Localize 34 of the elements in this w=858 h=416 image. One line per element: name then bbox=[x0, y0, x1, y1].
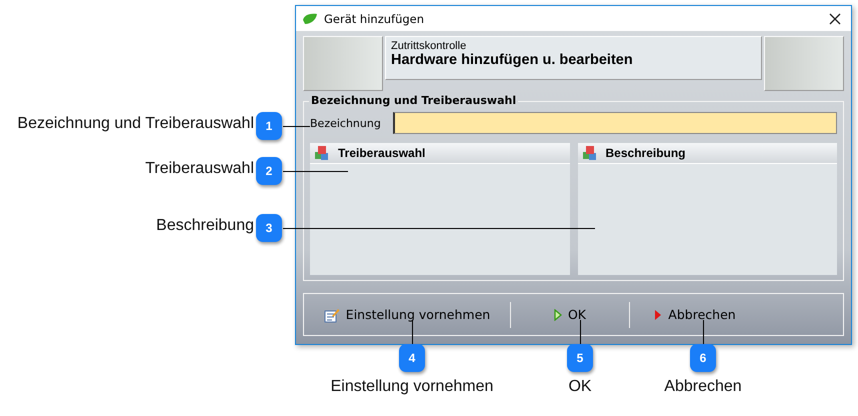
play-icon bbox=[654, 308, 662, 320]
dialog-button[interactable]: Abbrechen bbox=[630, 303, 760, 326]
panel-title: Beschreibung bbox=[606, 146, 686, 160]
blocks-icon bbox=[314, 145, 330, 161]
callout-label: Einstellung vornehmen bbox=[330, 378, 494, 396]
play-icon bbox=[554, 308, 562, 320]
leader-line bbox=[412, 320, 413, 345]
close-icon[interactable] bbox=[829, 12, 841, 24]
callout-label: Beschreibung bbox=[156, 217, 254, 235]
window-title: Gerät hinzufügen bbox=[324, 12, 426, 26]
callout-label: Abbrechen bbox=[663, 378, 743, 396]
header-title: Hardware hinzufügen u. bearbeiten bbox=[391, 52, 634, 68]
callout-badge: 1 bbox=[256, 112, 282, 140]
leaf-icon bbox=[302, 12, 318, 24]
leader-line bbox=[703, 320, 704, 345]
callout-label: Treiberauswahl bbox=[145, 160, 254, 178]
callout-badge: 2 bbox=[256, 157, 282, 185]
field-label: Bezeichnung bbox=[310, 116, 382, 130]
input-field[interactable] bbox=[393, 112, 837, 134]
leader-line bbox=[283, 171, 348, 172]
dialog-button[interactable]: OK bbox=[511, 303, 629, 326]
panel-title: Treiberauswahl bbox=[338, 146, 426, 160]
leader-line bbox=[283, 126, 310, 127]
callout-badge: 4 bbox=[399, 344, 425, 372]
blocks-icon bbox=[582, 145, 598, 161]
notepad-pencil-icon bbox=[324, 306, 340, 322]
callout-badge: 6 bbox=[690, 344, 716, 372]
callout-label: Bezeichnung und Treiberauswahl bbox=[17, 115, 254, 133]
callout-badge: 3 bbox=[256, 214, 282, 242]
callout-badge: 5 bbox=[567, 344, 593, 372]
leader-line bbox=[580, 320, 581, 345]
dialog-button[interactable]: Einstellung vornehmen bbox=[304, 302, 510, 326]
group-title: Bezeichnung und Treiberauswahl bbox=[309, 94, 518, 107]
header-subtitle: Zutrittskontrolle bbox=[391, 40, 468, 52]
